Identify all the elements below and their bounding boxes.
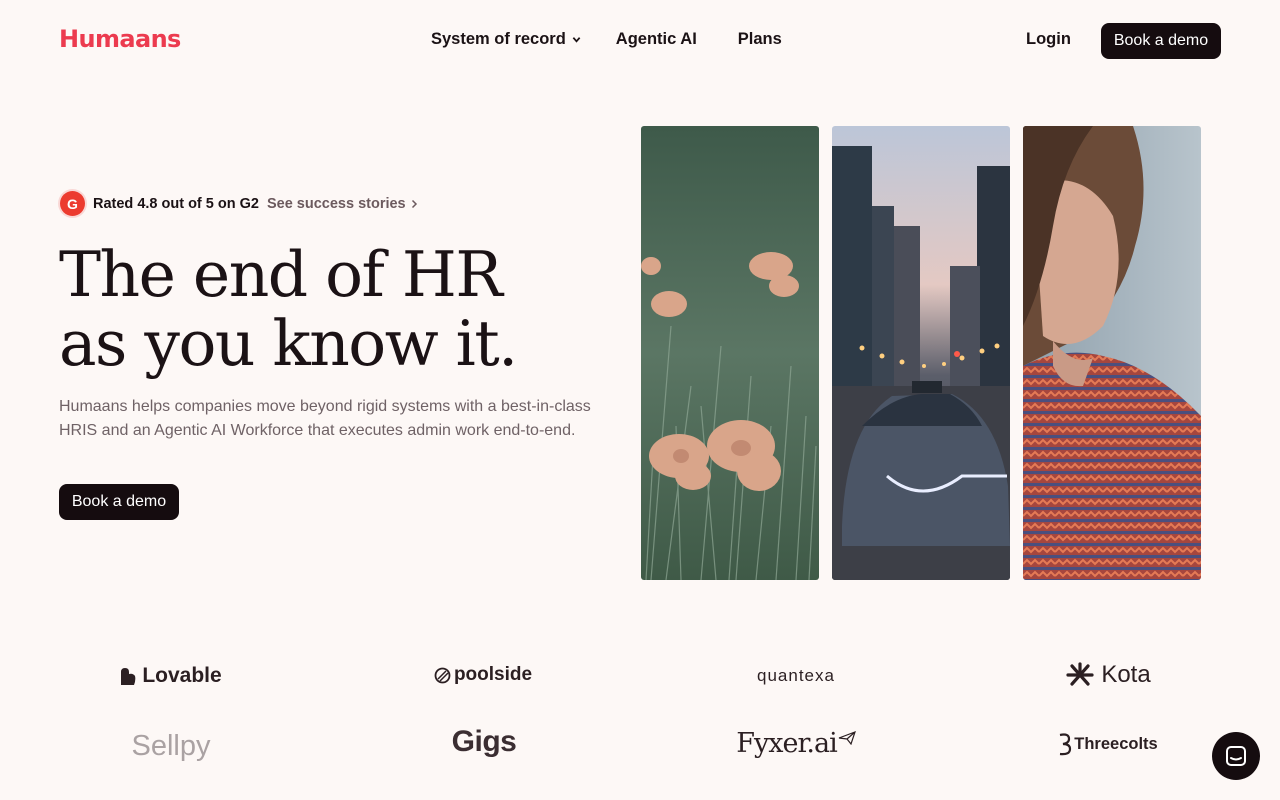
lovable-logo: Lovable <box>61 664 281 688</box>
nav-system-of-record[interactable]: System of record <box>431 30 581 49</box>
nav-agentic-ai[interactable]: Agentic AI <box>616 30 697 49</box>
nav-system-of-record-label: System of record <box>431 30 566 48</box>
flowers-image <box>641 126 819 580</box>
header-book-demo-button[interactable]: Book a demo <box>1101 23 1221 59</box>
humaans-logo[interactable]: Humaans <box>59 25 181 53</box>
hero-subtitle: Humaans helps companies move beyond rigi… <box>59 398 591 439</box>
fyxer-logo: Fyxer.ai <box>686 728 906 759</box>
success-stories-link[interactable]: See success stories <box>267 196 418 212</box>
g2-badge-icon: G <box>60 191 85 216</box>
paper-plane-icon <box>838 730 856 745</box>
chat-icon <box>1226 746 1246 766</box>
poolside-logo: poolside <box>373 664 593 686</box>
chat-launcher-button[interactable] <box>1212 732 1260 780</box>
hero-book-demo-button[interactable]: Book a demo <box>59 484 179 520</box>
hero-title: The end of HR as you know it. <box>59 240 619 378</box>
kota-mark-icon <box>1066 662 1094 686</box>
city-car-image <box>832 126 1010 580</box>
hero-title-line-1: The end of HR <box>59 238 503 311</box>
gigs-logo: Gigs <box>451 725 517 758</box>
sellpy-logo: Sellpy <box>131 730 211 762</box>
chevron-right-icon <box>411 199 417 208</box>
kota-logo: Kota <box>998 661 1218 689</box>
login-link[interactable]: Login <box>1026 30 1071 49</box>
threecolts-mark-icon <box>1060 733 1072 756</box>
poolside-logo-text: poolside <box>453 664 533 685</box>
poolside-mark-icon <box>434 667 451 683</box>
rating-text: Rated 4.8 out of 5 on G2 <box>93 195 259 212</box>
threecolts-logo: Threecolts <box>998 732 1218 756</box>
g2-rating: G Rated 4.8 out of 5 on G2 See success s… <box>60 191 418 216</box>
kota-logo-text: Kota <box>1101 661 1151 688</box>
lovable-mark-icon <box>121 667 136 685</box>
woman-portrait-image <box>1023 126 1201 580</box>
hero-title-line-2: as you know it. <box>59 307 518 380</box>
main-nav: System of record Agentic AI Plans <box>431 30 782 49</box>
fyxer-logo-text: Fyxer.ai <box>736 728 837 759</box>
threecolts-logo-text: Threecolts <box>1074 734 1158 753</box>
chevron-down-icon <box>572 37 581 43</box>
lovable-logo-text: Lovable <box>142 664 222 687</box>
success-stories-label: See success stories <box>266 195 406 212</box>
quantexa-logo: quantexa <box>757 666 835 685</box>
nav-plans[interactable]: Plans <box>738 30 782 49</box>
